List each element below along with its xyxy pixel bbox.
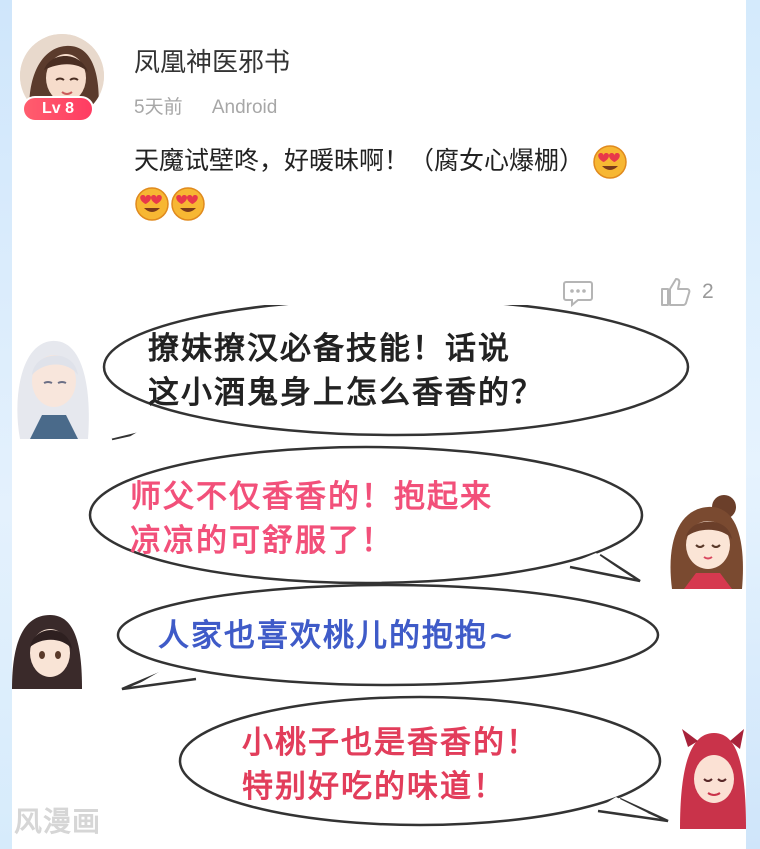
bubble-2-line-1: 师父不仅香香的！抱起来 (130, 479, 493, 515)
bubble-4-line-2: 特别好吃的味道！ (242, 769, 506, 805)
post-platform: Android (211, 97, 278, 118)
level-badge: Lv 8 (22, 96, 94, 122)
bubble-1-line-2: 这小酒鬼身上怎么香香的？ (148, 375, 544, 411)
comic-panel[interactable]: 撩妹撩汉必备技能！话说 这小酒鬼身上怎么香香的？ 师父不仅香香的！抱起来 凉凉的… (0, 305, 760, 849)
bubble-4-text: 小桃子也是香香的！ 特别好吃的味道！ (242, 721, 539, 809)
red-hair-character (680, 729, 746, 829)
brown-hair-girl-character (670, 495, 743, 589)
bubble-3-line-1: 人家也喜欢桃儿的抱抱~ (158, 618, 516, 654)
like-count: 2 (702, 280, 714, 303)
bubble-3-text: 人家也喜欢桃儿的抱抱~ (158, 614, 516, 658)
dark-hair-character (12, 615, 82, 689)
comment-body: 天魔试壁咚，好暖昧啊！（腐女心爆棚） (134, 140, 734, 224)
bubble-4-line-1: 小桃子也是香香的！ (242, 725, 539, 761)
heart-eyes-emoji (593, 145, 627, 179)
heart-eyes-emoji (135, 187, 169, 221)
comment-text: 天魔试壁咚，好暖昧啊！（腐女心爆棚） (134, 146, 585, 175)
bubble-1-line-1: 撩妹撩汉必备技能！话说 (148, 331, 511, 367)
watermark: 风漫画 (14, 805, 102, 838)
white-hair-character (17, 340, 89, 439)
post-time: 5天前 (134, 97, 183, 118)
bubble-2-text: 师父不仅香香的！抱起来 凉凉的可舒服了！ (130, 475, 493, 563)
username[interactable]: 凤凰神医邪书 (134, 42, 290, 79)
bubble-2-line-2: 凉凉的可舒服了！ (130, 523, 394, 559)
bubble-1-text: 撩妹撩汉必备技能！话说 这小酒鬼身上怎么香香的？ (148, 327, 544, 415)
comment-meta: 5天前 Android (134, 92, 301, 119)
heart-eyes-emoji (171, 187, 205, 221)
